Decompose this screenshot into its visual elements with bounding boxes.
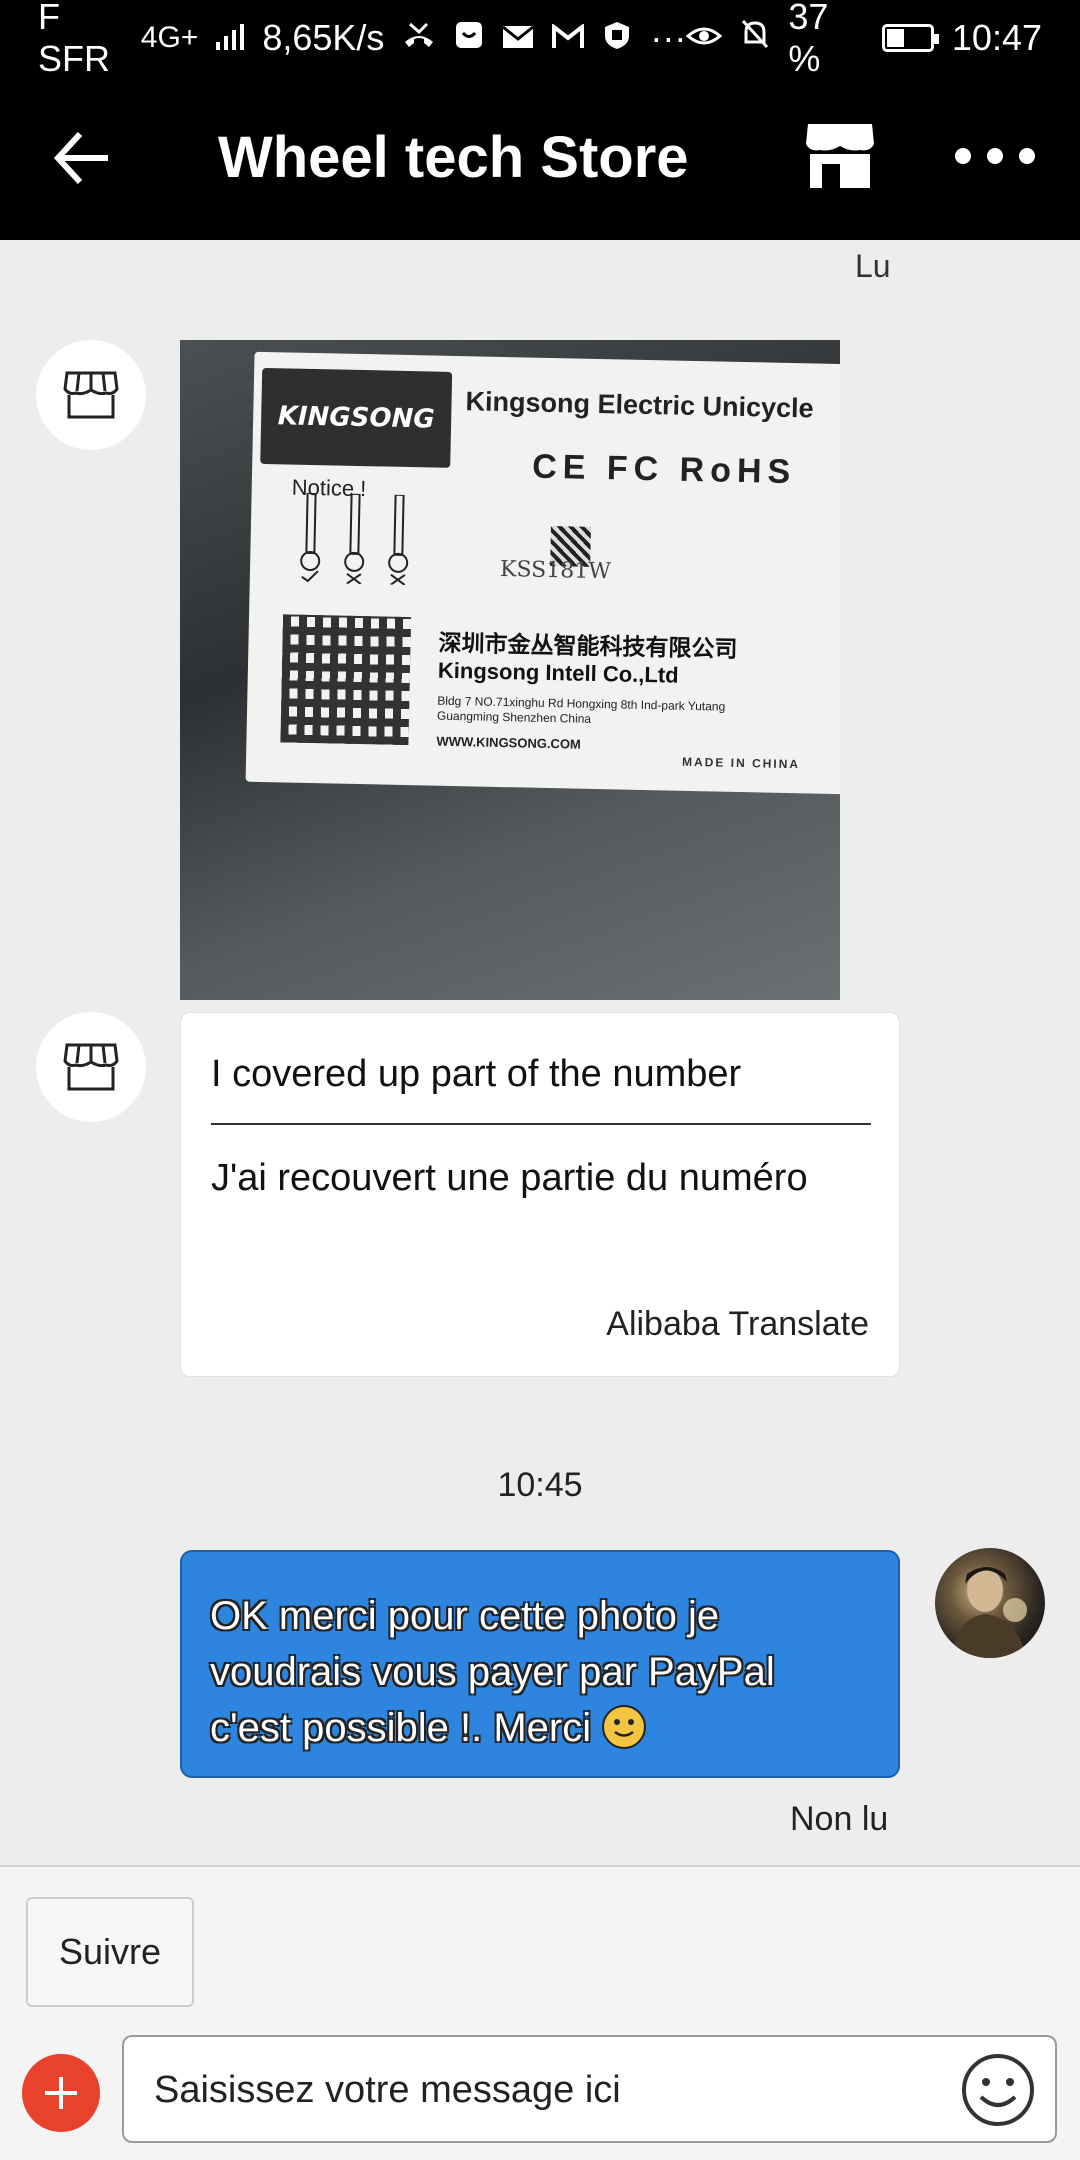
back-button[interactable] — [48, 122, 120, 194]
shop-icon — [63, 371, 119, 419]
seller-avatar[interactable] — [36, 340, 146, 450]
status-bar: F SFR 4G+ 8,65K/s ··· 37 % 10:47 — [0, 0, 1080, 79]
company-name: Kingsong Intell Co.,Ltd — [437, 657, 679, 688]
serial-number: KSS181W — [499, 556, 612, 585]
outgoing-message: OK merci pour cette photo je voudrais vo… — [210, 1588, 850, 1756]
smiley-icon — [962, 2054, 1034, 2126]
data-speed: 8,65K/s — [262, 17, 385, 58]
company-website: WWW.KINGSONG.COM — [436, 733, 582, 752]
product-label: KINGSONG Kingsong Electric Unicycle CE F… — [245, 351, 840, 795]
app-header: Wheel tech Store — [0, 76, 1080, 240]
network-type: 4G+ — [140, 21, 199, 54]
follow-button[interactable]: Suivre — [26, 1897, 194, 2007]
stand-icon — [388, 494, 409, 586]
certifications: CE FC RoHS — [531, 447, 797, 492]
missed-call-icon — [402, 17, 436, 59]
outgoing-message-text: OK merci pour cette photo je voudrais vo… — [210, 1594, 775, 1750]
made-in-label: MADE IN CHINA — [681, 754, 801, 772]
emoji-button[interactable] — [959, 2051, 1037, 2129]
user-avatar-image — [953, 1567, 1027, 1658]
store-button[interactable] — [800, 116, 880, 196]
message-input[interactable]: Saisissez votre message ici — [122, 2035, 1057, 2143]
seller-avatar[interactable] — [36, 1012, 146, 1122]
stand-icon — [300, 492, 321, 583]
signal-icon — [216, 17, 245, 59]
outgoing-message-bubble[interactable]: OK merci pour cette photo je voudrais vo… — [180, 1550, 900, 1778]
eye-comfort-icon — [686, 17, 723, 59]
more-icon — [955, 148, 971, 164]
plus-icon — [45, 2077, 77, 2109]
composer-panel: Suivre Saisissez votre message ici — [0, 1865, 1080, 2160]
attach-button[interactable] — [22, 2054, 100, 2132]
read-status: Lu — [855, 248, 891, 284]
clock: 10:47 — [951, 17, 1042, 58]
battery-icon — [881, 24, 939, 52]
kingsong-logo: KINGSONG — [260, 367, 453, 468]
translator-credit: Alibaba Translate — [606, 1305, 869, 1343]
stand-icon — [344, 493, 365, 585]
store-icon — [806, 124, 874, 188]
incoming-message-bubble[interactable]: I covered up part of the number J'ai rec… — [180, 1012, 900, 1377]
translated-message-text: J'ai recouvert une partie du numéro — [211, 1157, 808, 1199]
more-notifications-icon: ··· — [650, 17, 687, 58]
message-timestamp: 10:45 — [497, 1466, 583, 1504]
smile-emoji-icon — [602, 1705, 647, 1749]
back-arrow-icon — [53, 131, 108, 185]
shield-app-icon — [602, 17, 632, 59]
mute-bell-icon — [740, 17, 770, 59]
unread-status: Non lu — [790, 1800, 889, 1838]
label-title: Kingsong Electric Unicycle — [465, 386, 814, 424]
chat-screen: F SFR 4G+ 8,65K/s ··· 37 % 10:47 Wheel t… — [0, 0, 1080, 2160]
page-title: Wheel tech Store — [218, 125, 689, 190]
carrier-label: F SFR — [38, 0, 110, 79]
mail-icon — [502, 17, 535, 59]
qr-code — [280, 614, 412, 746]
gmail-icon — [552, 17, 585, 59]
user-avatar[interactable] — [935, 1548, 1045, 1658]
more-options-button[interactable] — [955, 126, 1035, 186]
shop-icon — [63, 1043, 119, 1091]
app-notification-icon — [454, 17, 484, 59]
company-address: Bldg 7 NO.71xinghu Rd Hongxing 8th Ind-p… — [436, 693, 726, 726]
original-message-text: I covered up part of the number — [211, 1053, 742, 1095]
battery-percentage: 37 % — [788, 0, 829, 79]
product-photo[interactable]: KINGSONG Kingsong Electric Unicycle CE F… — [180, 340, 840, 1000]
message-input-placeholder: Saisissez votre message ici — [154, 2069, 621, 2111]
translation-divider — [211, 1123, 871, 1125]
